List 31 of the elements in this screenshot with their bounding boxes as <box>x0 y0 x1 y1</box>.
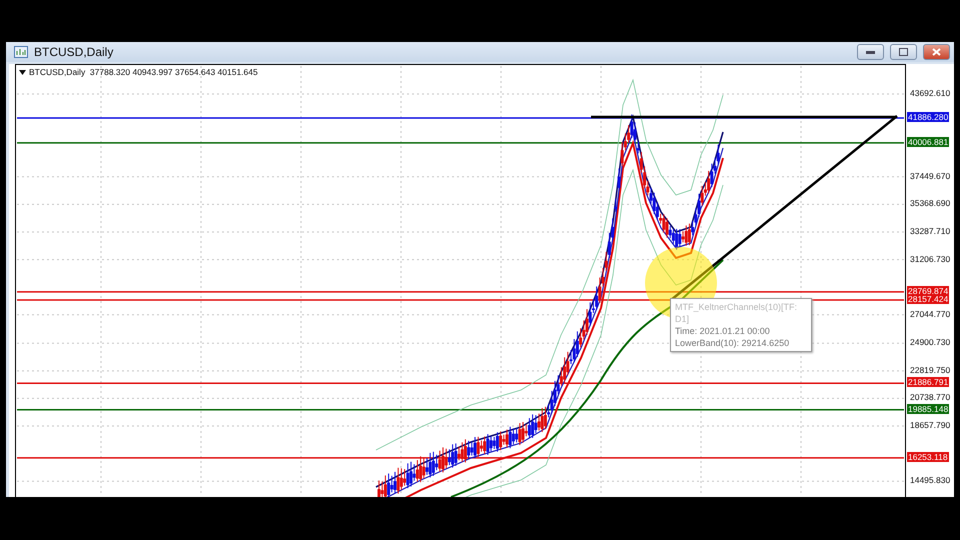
price-tick-label: 18657.790 <box>910 420 950 430</box>
tooltip-time: Time: 2021.01.21 00:00 <box>675 325 771 337</box>
symbol-ohlc-info: BTCUSD,Daily 37788.320 40943.997 37654.643 40151.645 <box>29 67 258 77</box>
price-tick-label: 14495.830 <box>910 475 950 486</box>
price-tick-label: 20738.770 <box>910 392 950 402</box>
price-level-tag: 28769.874 <box>907 286 950 296</box>
minimize-icon <box>866 50 875 54</box>
close-button[interactable] <box>923 44 950 60</box>
price-tick-label: 24900.730 <box>910 337 950 348</box>
price-tick-label: 22819.750 <box>910 364 950 375</box>
dropdown-arrow-icon[interactable] <box>19 70 26 74</box>
price-tick-label: 27044.770 <box>910 308 950 319</box>
price-tick-label: 33287.710 <box>910 226 950 236</box>
price-level-tag: 40006.881 <box>907 136 950 147</box>
window-title: BTCUSD,Daily <box>34 45 114 59</box>
close-icon <box>932 48 941 56</box>
price-tick-label: 31206.730 <box>910 254 950 264</box>
price-tick-label: 37449.670 <box>910 170 950 181</box>
price-level-tag: 21886.791 <box>907 377 950 388</box>
maximize-button[interactable] <box>890 44 917 60</box>
minimize-button[interactable] <box>857 44 884 60</box>
price-tick-label: 43692.610 <box>910 88 950 98</box>
price-level-tag: 16253.118 <box>907 452 949 462</box>
price-level-tag: 28157.424 <box>907 294 950 304</box>
price-tick-label: 35368.690 <box>910 198 950 208</box>
tooltip-value: LowerBand(10): 29214.6250 <box>675 337 790 349</box>
tooltip-title: MTF_KeltnerChannels(10)[TF: D1] <box>675 301 798 325</box>
maximize-icon <box>899 48 908 56</box>
price-level-tag: 19885.148 <box>907 404 950 414</box>
price-level-tag: 41886.280 <box>907 112 950 122</box>
chart-icon <box>14 46 28 58</box>
